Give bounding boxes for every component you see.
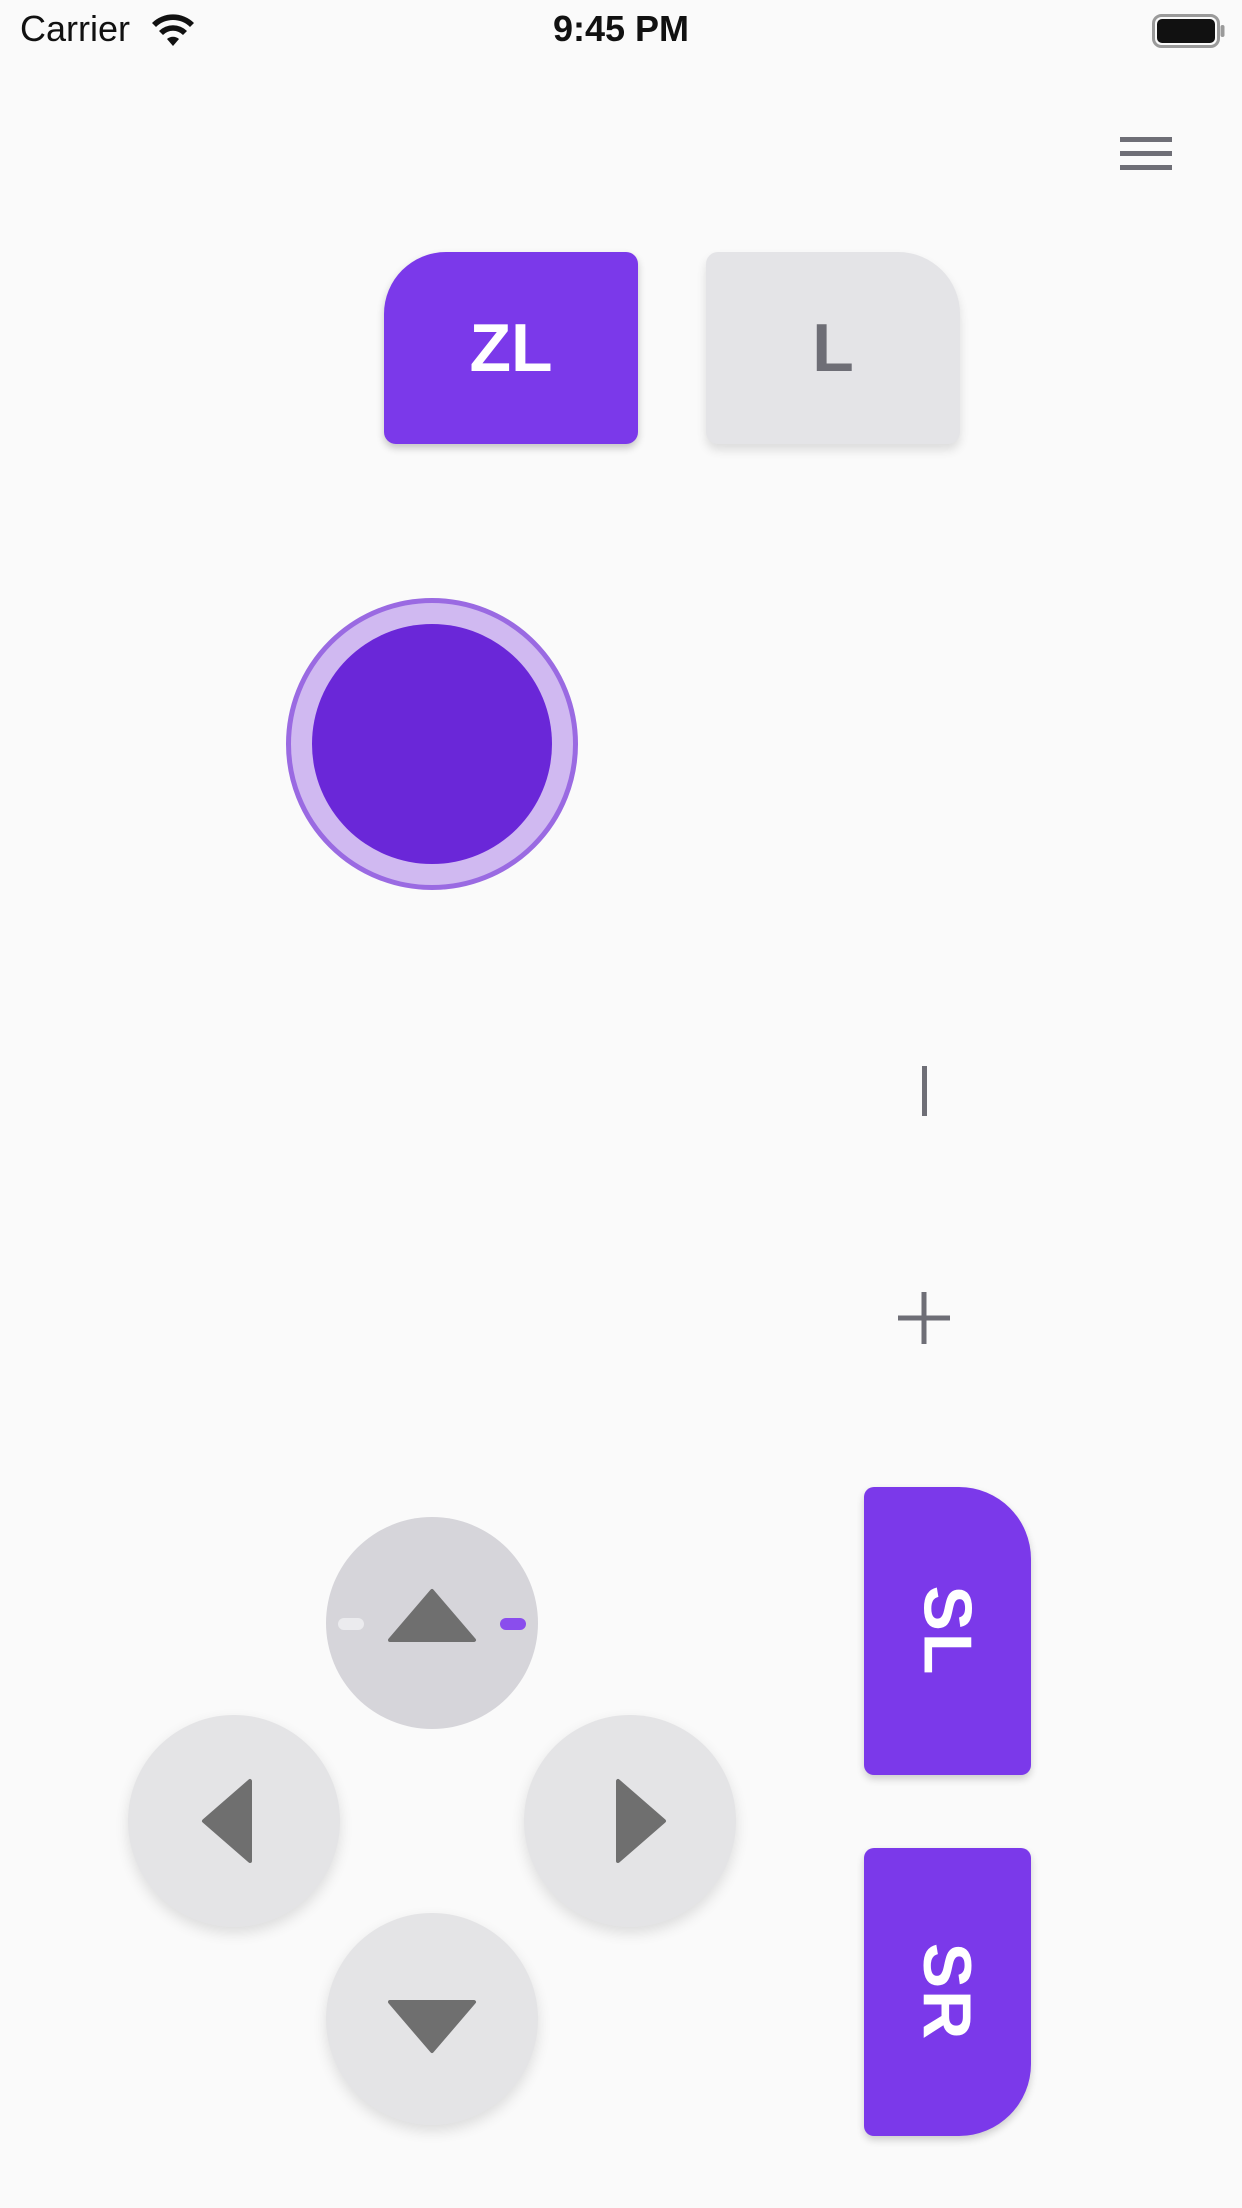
arrow-down-icon [388,2000,476,2053]
left-joystick[interactable] [286,598,578,890]
sr-button[interactable]: SR [864,1848,1031,2136]
dpad-up-button[interactable] [326,1517,538,1729]
l-label: L [812,310,854,386]
hamburger-menu-icon [1120,137,1172,170]
clock: 9:45 PM [552,8,690,49]
zl-label: ZL [469,310,553,386]
dpad-right-button[interactable] [524,1715,736,1927]
minus-button[interactable] [900,1060,950,1126]
joystick-knob[interactable] [312,624,552,864]
arrow-right-icon [616,1779,666,1863]
dpad-left-button[interactable] [128,1715,340,1927]
sl-label: SL [909,1585,986,1677]
controller-screen: Carrier 9:45 PM ZL L SL SR [0,0,1242,2208]
dpad-down-button[interactable] [326,1913,538,2125]
sr-label: SR [909,1942,986,2042]
l-button[interactable]: L [706,252,960,444]
zl-button[interactable]: ZL [384,252,638,444]
arrow-left-icon [202,1779,252,1863]
arrow-up-icon [388,1589,476,1642]
sl-button[interactable]: SL [864,1487,1031,1775]
plus-icon [898,1292,950,1344]
status-bar: Carrier 9:45 PM [0,0,1242,62]
battery-icon [1152,14,1225,48]
plus-button[interactable] [896,1290,952,1346]
minus-icon [922,1066,927,1116]
menu-button[interactable] [1110,130,1182,192]
